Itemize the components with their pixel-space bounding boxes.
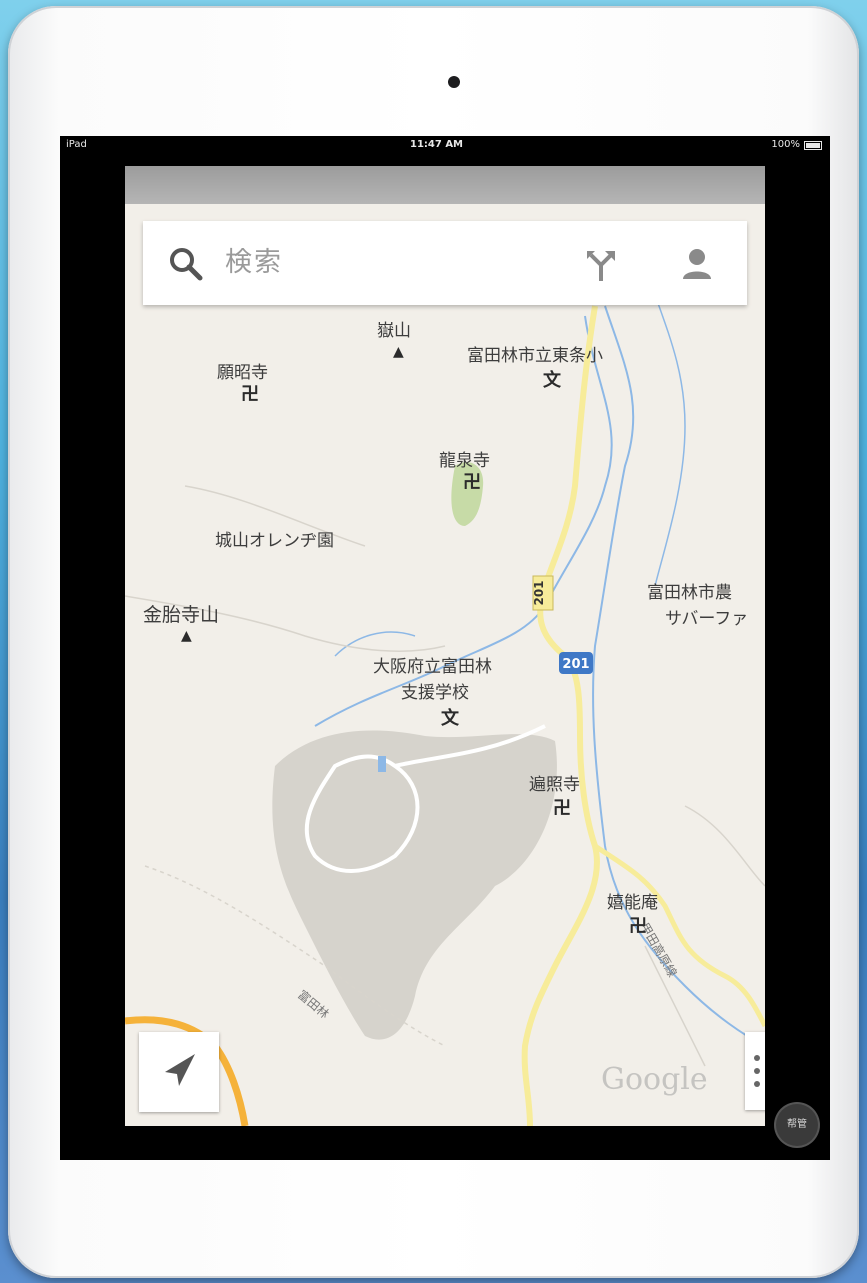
status-time: 11:47 AM [410,139,464,150]
park-label: 城山オレンヂ園 [215,531,334,551]
temple-icon: 卍 [241,384,259,405]
front-camera [448,76,460,88]
school-label: 支援学校 [401,683,469,703]
route-number: 201 [532,580,546,605]
corner-badge: 帮管 [776,1104,818,1146]
directions-icon[interactable] [583,247,619,283]
my-location-button[interactable] [139,1032,219,1112]
app-top-strip [125,166,765,204]
map-canvas[interactable]: 201 201 富田林 甲田高原線 [125,166,765,1126]
search-input[interactable]: 検索 [225,221,283,305]
search-icon[interactable] [169,247,203,281]
school-label: 大阪府立富田林 [373,657,492,677]
mountain-label: 嶽山 [377,321,411,341]
search-bar[interactable]: 検索 [143,221,747,305]
school-label: 富田林市立東条小 [467,346,603,366]
temple-label: 嬉能庵 [607,893,658,913]
school-icon: 文 [441,708,459,729]
battery-percent: 100% [771,139,800,150]
person-icon[interactable] [677,245,717,285]
maps-screen: 201 201 富田林 甲田高原線 嶽山 ▲ 富田林市立東条小 文 願昭寺 卍 … [125,166,765,1126]
school-icon: 文 [543,370,561,391]
battery-icon [804,140,822,150]
temple-icon: 卍 [553,798,571,819]
farm-label: サバーファ [665,609,749,629]
mountain-label: 金胎寺山 [143,604,220,626]
status-bar: iPad 11:47 AM 100% [60,136,830,154]
mountain-icon: ▲ [393,344,404,360]
device-name: iPad [66,139,87,150]
route-number: 201 [562,657,589,672]
mountain-icon: ▲ [181,628,192,644]
location-arrow-icon [165,1054,195,1086]
google-watermark: Google [601,1062,708,1097]
more-options-button[interactable] [745,1032,765,1110]
more-vertical-icon [754,1055,760,1087]
farm-label: 富田林市農 [647,583,732,603]
temple-label: 遍照寺 [529,775,580,795]
temple-icon: 卍 [629,916,647,937]
temple-icon: 卍 [463,472,481,493]
pond [378,756,386,772]
status-right: 100% [771,136,822,154]
